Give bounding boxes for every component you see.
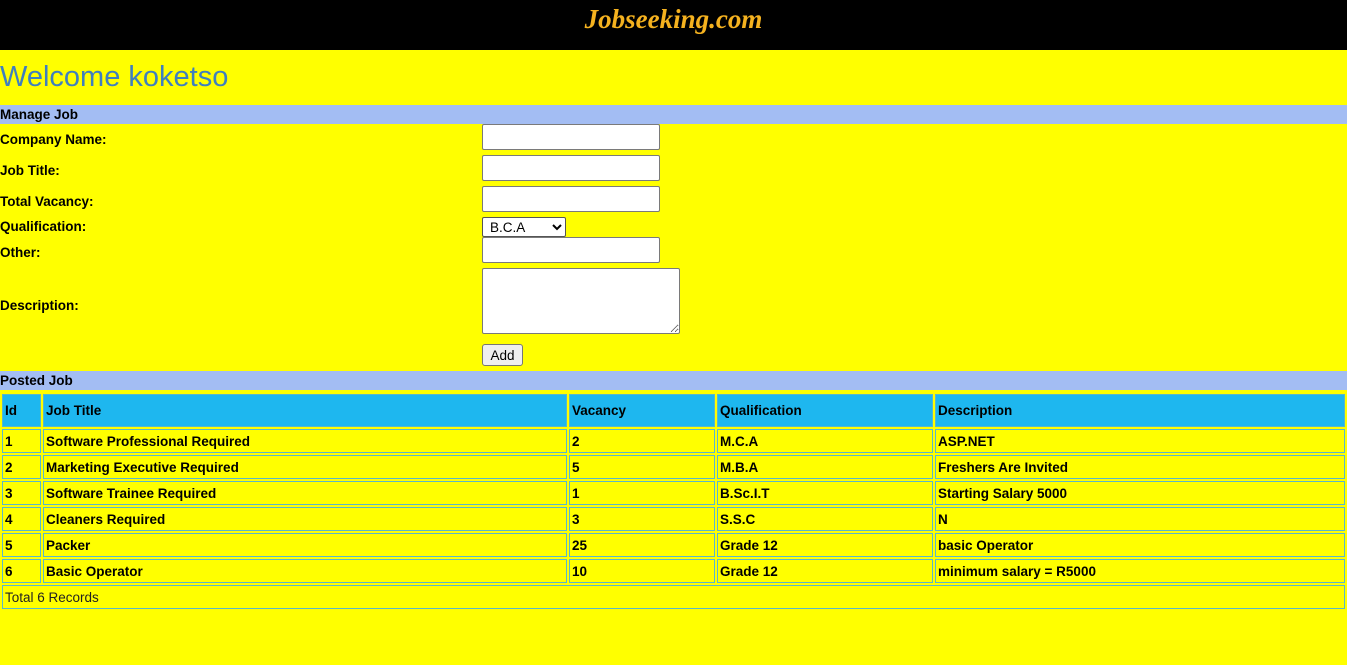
column-header-description: Description (935, 394, 1345, 427)
column-header-qualification: Qualification (717, 394, 933, 427)
cell-vacancy: 2 (569, 429, 715, 453)
total-vacancy-input[interactable] (482, 186, 660, 212)
cell-id: 3 (2, 481, 41, 505)
cell-job-title: Software Trainee Required (43, 481, 567, 505)
cell-qualification: Grade 12 (717, 533, 933, 557)
cell-job-title: Packer (43, 533, 567, 557)
other-input[interactable] (482, 237, 660, 263)
cell-description: N (935, 507, 1345, 531)
posted-job-heading: Posted Job (0, 371, 1347, 390)
column-header-id: Id (2, 394, 41, 427)
table-row: 5 Packer 25 Grade 12 basic Operator (2, 533, 1345, 557)
cell-vacancy: 1 (569, 481, 715, 505)
cell-qualification: B.Sc.I.T (717, 481, 933, 505)
description-textarea[interactable] (482, 268, 680, 334)
column-header-vacancy: Vacancy (569, 394, 715, 427)
description-label: Description: (0, 298, 79, 313)
site-header: Jobseeking.com (0, 0, 1347, 50)
table-row: 4 Cleaners Required 3 S.S.C N (2, 507, 1345, 531)
other-label: Other: (0, 245, 41, 260)
company-name-label: Company Name: (0, 132, 107, 147)
cell-description: basic Operator (935, 533, 1345, 557)
cell-job-title: Cleaners Required (43, 507, 567, 531)
add-button[interactable]: Add (482, 344, 523, 366)
site-title: Jobseeking.com (584, 4, 763, 34)
cell-id: 2 (2, 455, 41, 479)
cell-qualification: M.B.A (717, 455, 933, 479)
company-name-input[interactable] (482, 124, 660, 150)
qualification-select[interactable]: B.C.A (482, 217, 566, 237)
column-header-job-title: Job Title (43, 394, 567, 427)
table-header-row: Id Job Title Vacancy Qualification Descr… (2, 394, 1345, 427)
cell-id: 6 (2, 559, 41, 583)
cell-vacancy: 3 (569, 507, 715, 531)
cell-vacancy: 10 (569, 559, 715, 583)
cell-vacancy: 5 (569, 455, 715, 479)
cell-id: 5 (2, 533, 41, 557)
job-title-input[interactable] (482, 155, 660, 181)
total-records: Total 6 Records (2, 585, 1345, 609)
cell-qualification: Grade 12 (717, 559, 933, 583)
cell-description: Freshers Are Invited (935, 455, 1345, 479)
posted-jobs-table: Id Job Title Vacancy Qualification Descr… (0, 392, 1347, 611)
cell-job-title: Marketing Executive Required (43, 455, 567, 479)
cell-description: minimum salary = R5000 (935, 559, 1345, 583)
cell-id: 1 (2, 429, 41, 453)
cell-description: Starting Salary 5000 (935, 481, 1345, 505)
cell-job-title: Software Professional Required (43, 429, 567, 453)
table-row: 1 Software Professional Required 2 M.C.A… (2, 429, 1345, 453)
cell-qualification: M.C.A (717, 429, 933, 453)
cell-vacancy: 25 (569, 533, 715, 557)
cell-qualification: S.S.C (717, 507, 933, 531)
table-row: 2 Marketing Executive Required 5 M.B.A F… (2, 455, 1345, 479)
total-vacancy-label: Total Vacancy: (0, 194, 94, 209)
job-title-label: Job Title: (0, 163, 60, 178)
cell-job-title: Basic Operator (43, 559, 567, 583)
table-row: 6 Basic Operator 10 Grade 12 minimum sal… (2, 559, 1345, 583)
cell-id: 4 (2, 507, 41, 531)
table-footer-row: Total 6 Records (2, 585, 1345, 609)
cell-description: ASP.NET (935, 429, 1345, 453)
manage-job-heading: Manage Job (0, 105, 1347, 124)
table-row: 3 Software Trainee Required 1 B.Sc.I.T S… (2, 481, 1345, 505)
welcome-heading: Welcome koketso (0, 61, 229, 93)
qualification-label: Qualification: (0, 219, 87, 234)
